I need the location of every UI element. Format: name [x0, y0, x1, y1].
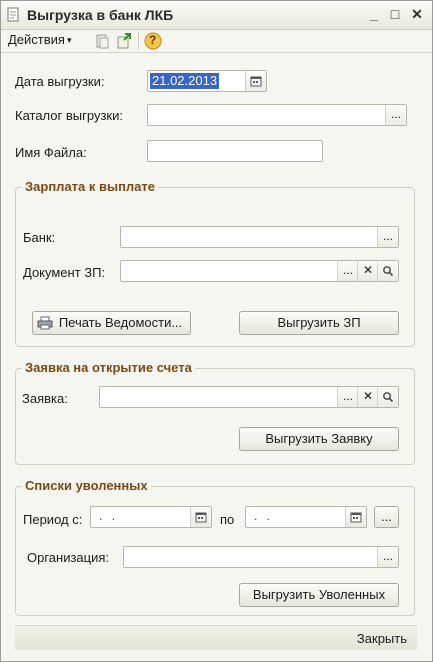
actions-menu-label: Действия	[8, 32, 65, 47]
account-group-title: Заявка на открытие счета	[22, 360, 195, 375]
export-date-label: Дата выгрузки:	[15, 74, 105, 89]
footer-bar: Закрыть	[15, 625, 417, 650]
load-document-icon[interactable]	[115, 32, 133, 50]
organization-field[interactable]: ...	[123, 546, 399, 568]
period-to-calendar-icon[interactable]	[345, 507, 366, 527]
export-date-value: 21.02.2013	[150, 73, 220, 89]
toolbar: Действия ▾ ?	[1, 30, 432, 53]
catalog-label: Каталог выгрузки:	[15, 108, 123, 123]
salary-doc-clear-icon[interactable]: ✕	[357, 261, 378, 281]
period-from-field[interactable]: . .	[90, 506, 212, 528]
request-search-icon[interactable]	[377, 387, 398, 407]
filename-label: Имя Файла:	[15, 145, 87, 160]
maximize-button[interactable]: □	[386, 5, 404, 23]
salary-doc-select-button[interactable]: ...	[337, 261, 358, 281]
document-icon	[7, 7, 19, 22]
export-dismissed-button[interactable]: Выгрузить Уволенных	[239, 583, 399, 607]
period-to-value: . .	[254, 509, 274, 523]
salary-group-title: Зарплата к выплате	[22, 179, 159, 194]
period-from-calendar-icon[interactable]	[190, 507, 211, 527]
print-statement-label: Печать Ведомости...	[58, 315, 183, 330]
dismissed-group-title: Списки уволенных	[22, 478, 151, 493]
salary-doc-field[interactable]: ... ✕	[120, 260, 399, 282]
request-clear-icon[interactable]: ✕	[357, 387, 378, 407]
bank-label: Банк:	[23, 230, 56, 245]
organization-label: Организация:	[27, 550, 110, 565]
help-icon[interactable]: ?	[144, 32, 162, 50]
salary-doc-label: Документ ЗП:	[23, 265, 106, 280]
salary-doc-search-icon[interactable]	[377, 261, 398, 281]
print-statement-button[interactable]: Печать Ведомости...	[32, 311, 191, 335]
minimize-button[interactable]: _	[365, 5, 383, 23]
browse-button[interactable]: ...	[385, 105, 406, 125]
period-to-field[interactable]: . .	[245, 506, 367, 528]
close-window-button[interactable]: ✕	[408, 5, 426, 23]
period-from-value: . .	[99, 509, 119, 523]
calendar-icon[interactable]	[245, 71, 266, 91]
window-title: Выгрузка в банк ЛКБ	[27, 7, 174, 23]
copy-document-icon[interactable]	[93, 32, 111, 50]
export-dialog-window: Выгрузка в банк ЛКБ _ □ ✕ Действия ▾ ? Да…	[0, 0, 433, 662]
request-field[interactable]: ... ✕	[99, 386, 399, 408]
bank-field[interactable]: ...	[120, 226, 399, 248]
period-to-label: по	[220, 512, 235, 527]
export-request-button[interactable]: Выгрузить Заявку	[239, 427, 399, 451]
request-label: Заявка:	[22, 391, 68, 406]
title-bar[interactable]: Выгрузка в банк ЛКБ _ □ ✕	[1, 1, 432, 30]
filename-field[interactable]	[147, 140, 323, 162]
close-button[interactable]: Закрыть	[357, 631, 407, 646]
toolbar-separator	[138, 32, 139, 50]
export-salary-button[interactable]: Выгрузить ЗП	[239, 311, 399, 335]
period-select-button[interactable]: ...	[374, 506, 399, 528]
export-date-field[interactable]: 21.02.2013	[147, 70, 267, 92]
bank-select-button[interactable]: ...	[377, 227, 398, 247]
catalog-field[interactable]: ...	[147, 104, 407, 126]
period-from-label: Период с:	[23, 512, 83, 527]
help-glyph: ?	[149, 33, 157, 47]
actions-menu[interactable]: Действия ▾	[8, 32, 72, 47]
request-select-button[interactable]: ...	[337, 387, 358, 407]
organization-select-button[interactable]: ...	[377, 547, 398, 567]
chevron-down-icon: ▾	[66, 35, 72, 45]
printer-icon	[37, 316, 53, 330]
